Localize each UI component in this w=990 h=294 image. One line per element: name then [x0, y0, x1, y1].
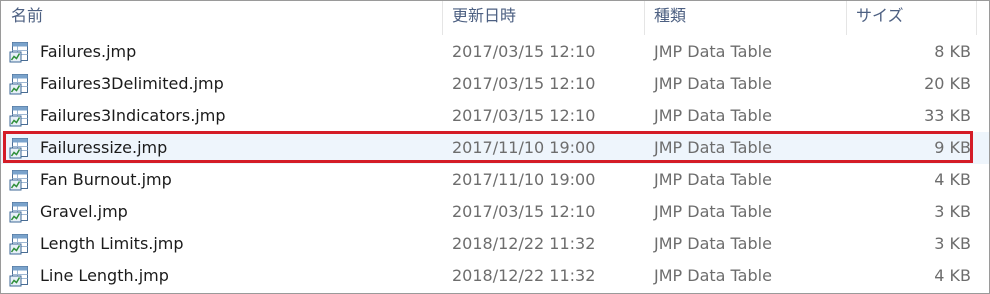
- column-header-name[interactable]: 名前: [1, 1, 442, 35]
- file-name: Failures.jmp: [40, 42, 137, 61]
- file-name: Length Limits.jmp: [40, 234, 184, 253]
- file-size: 33 KB: [924, 106, 971, 125]
- file-name: Fan Burnout.jmp: [40, 170, 172, 189]
- jmp-data-table-icon: [9, 73, 31, 95]
- file-size: 3 KB: [934, 202, 971, 221]
- file-row[interactable]: Failures.jmp 2017/03/15 12:10 JMP Data Tab…: [1, 36, 989, 68]
- jmp-data-table-icon: [9, 201, 31, 223]
- file-size: 8 KB: [934, 42, 971, 61]
- file-type: JMP Data Table: [654, 202, 772, 221]
- file-row[interactable]: Fan Burnout.jmp 2017/11/10 19:00 JMP Data …: [1, 164, 989, 196]
- file-type: JMP Data Table: [654, 170, 772, 189]
- file-size: 20 KB: [924, 74, 971, 93]
- file-name: Gravel.jmp: [40, 202, 128, 221]
- jmp-data-table-icon: [9, 169, 31, 191]
- file-size: 9 KB: [934, 138, 971, 157]
- file-modified-date: 2017/03/15 12:10: [452, 74, 596, 93]
- file-modified-date: 2017/03/15 12:10: [452, 106, 596, 125]
- file-size: 4 KB: [934, 170, 971, 189]
- column-header-bar: 名前 更新日時 種類 サイズ: [1, 1, 989, 35]
- file-name: Line Length.jmp: [40, 266, 169, 285]
- jmp-data-table-icon: [9, 265, 31, 287]
- file-modified-date: 2018/12/22 11:32: [452, 234, 596, 253]
- file-row[interactable]: Failures3Indicators.jmp 2017/03/15 12:10 J…: [1, 100, 989, 132]
- file-row[interactable]: Failuressize.jmp 2017/11/10 19:00 JMP Data…: [1, 132, 989, 164]
- file-modified-date: 2018/12/22 11:32: [452, 266, 596, 285]
- file-type: JMP Data Table: [654, 138, 772, 157]
- file-modified-date: 2017/11/10 19:00: [452, 170, 596, 189]
- file-type: JMP Data Table: [654, 106, 772, 125]
- column-header-type[interactable]: 種類: [644, 1, 846, 35]
- file-row[interactable]: Gravel.jmp 2017/03/15 12:10 JMP Data Table…: [1, 196, 989, 228]
- file-name: Failures3Delimited.jmp: [40, 74, 224, 93]
- jmp-data-table-icon: [9, 233, 31, 255]
- jmp-data-table-icon: [9, 105, 31, 127]
- file-modified-date: 2017/11/10 19:00: [452, 138, 596, 157]
- file-row[interactable]: Failures3Delimited.jmp 2017/03/15 12:10 JM…: [1, 68, 989, 100]
- file-row[interactable]: Length Limits.jmp 2018/12/22 11:32 JMP Dat…: [1, 228, 989, 260]
- column-divider[interactable]: [976, 1, 977, 35]
- column-header-date[interactable]: 更新日時: [442, 1, 644, 35]
- file-name: Failuressize.jmp: [40, 138, 168, 157]
- jmp-data-table-icon: [9, 41, 31, 63]
- jmp-data-table-icon: [9, 137, 31, 159]
- file-size: 3 KB: [934, 234, 971, 253]
- file-row[interactable]: Line Length.jmp 2018/12/22 11:32 JMP Data …: [1, 260, 989, 292]
- file-type: JMP Data Table: [654, 74, 772, 93]
- file-type: JMP Data Table: [654, 266, 772, 285]
- file-type: JMP Data Table: [654, 42, 772, 61]
- file-type: JMP Data Table: [654, 234, 772, 253]
- file-size: 4 KB: [934, 266, 971, 285]
- file-list-view: 名前 更新日時 種類 サイズ Failures.jmp 2017/03/15 12…: [0, 0, 990, 294]
- file-modified-date: 2017/03/15 12:10: [452, 202, 596, 221]
- column-header-size[interactable]: サイズ: [846, 1, 976, 35]
- file-name: Failures3Indicators.jmp: [40, 106, 226, 125]
- file-modified-date: 2017/03/15 12:10: [452, 42, 596, 61]
